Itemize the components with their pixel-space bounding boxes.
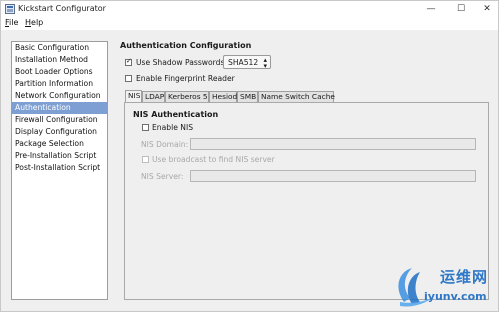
menu-help[interactable]: Help (25, 18, 43, 27)
nis-domain-field[interactable] (190, 138, 476, 150)
sidebar-item-network-configuration[interactable]: Network Configuration (12, 90, 107, 102)
minimize-button[interactable]: — (421, 2, 441, 16)
app-icon (5, 4, 15, 14)
window-title: Kickstart Configurator (18, 4, 106, 13)
sidebar-item-display-configuration[interactable]: Display Configuration (12, 126, 107, 138)
fingerprint-reader-label: Enable Fingerprint Reader (136, 74, 235, 83)
menu-file-rest: ile (9, 18, 19, 27)
sidebar-item-authentication[interactable]: Authentication (12, 102, 107, 114)
enable-nis-checkbox[interactable] (142, 124, 149, 131)
sidebar-item-post-installation-script[interactable]: Post-Installation Script (12, 162, 107, 174)
tab-name-switch-cache[interactable]: Name Switch Cache (258, 91, 335, 102)
tab-ldap[interactable]: LDAP (142, 91, 165, 102)
sidebar-item-firewall-configuration[interactable]: Firewall Configuration (12, 114, 107, 126)
menu-help-rest: elp (31, 18, 44, 27)
close-button[interactable]: ✕ (477, 2, 497, 16)
watermark-cn-text: 运维网 (440, 268, 489, 286)
section-list[interactable]: Basic Configuration Installation Method … (11, 41, 108, 300)
check-icon: ✓ (126, 57, 132, 65)
shadow-passwords-checkbox[interactable]: ✓ (125, 57, 132, 66)
nis-server-field[interactable] (190, 170, 476, 182)
nis-section-title: NIS Authentication (133, 110, 219, 119)
password-hash-value: SHA512 (228, 58, 259, 67)
tab-smb[interactable]: SMB (237, 91, 258, 102)
sidebar-item-boot-loader-options[interactable]: Boot Loader Options (12, 66, 107, 78)
fingerprint-reader-checkbox[interactable] (125, 75, 132, 82)
menu-bar: File Help (1, 17, 498, 30)
nis-server-label: NIS Server: (141, 172, 184, 181)
sidebar-item-installation-method[interactable]: Installation Method (12, 54, 107, 66)
sidebar-item-partition-information[interactable]: Partition Information (12, 78, 107, 90)
broadcast-nis-checkbox[interactable] (142, 156, 149, 163)
tab-nis[interactable]: NIS (125, 90, 142, 102)
broadcast-nis-label: Use broadcast to find NIS server (152, 155, 275, 164)
tab-kerberos-5[interactable]: Kerberos 5 (165, 91, 209, 102)
auth-section-title: Authentication Configuration (120, 41, 252, 50)
watermark-url-text: iyunv.com (424, 290, 487, 303)
shadow-passwords-label: Use Shadow Passwords (136, 58, 225, 67)
title-bar: Kickstart Configurator — ☐ ✕ (1, 1, 498, 17)
tab-hesiod[interactable]: Hesiod (209, 91, 237, 102)
sidebar-item-package-selection[interactable]: Package Selection (12, 138, 107, 150)
enable-nis-label: Enable NIS (152, 123, 194, 132)
menu-file[interactable]: File (5, 18, 18, 27)
maximize-button[interactable]: ☐ (451, 2, 471, 16)
sidebar-item-pre-installation-script[interactable]: Pre-Installation Script (12, 150, 107, 162)
nis-domain-label: NIS Domain: (141, 140, 189, 149)
chevron-updown-icon: ▴ ▾ (263, 56, 267, 70)
sidebar-item-basic-configuration[interactable]: Basic Configuration (12, 42, 107, 54)
password-hash-select[interactable]: SHA512 ▴ ▾ (223, 55, 271, 70)
